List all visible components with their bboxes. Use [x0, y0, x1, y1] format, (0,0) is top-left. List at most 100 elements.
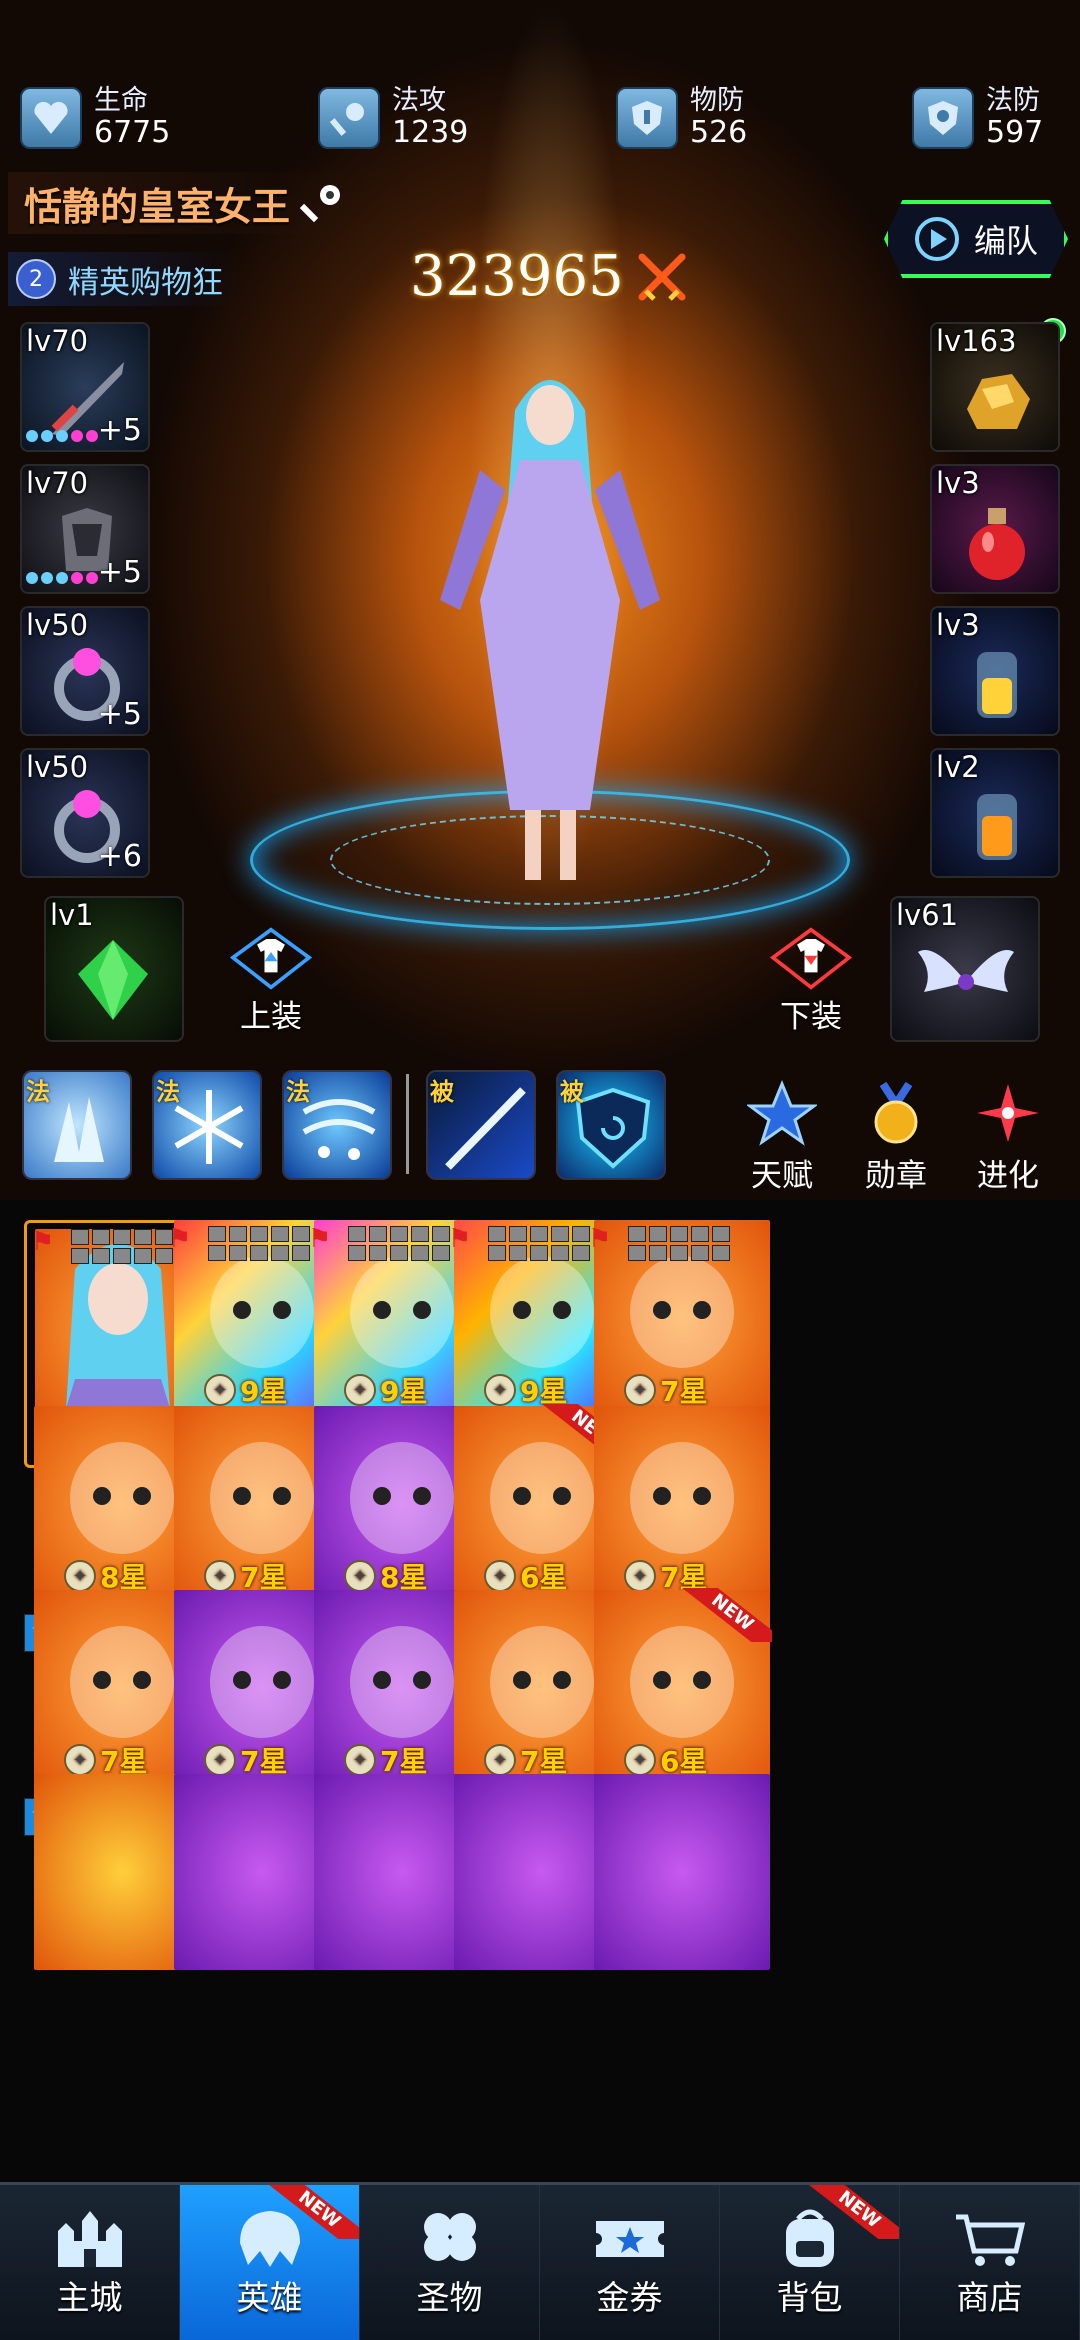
slot-plus: +5: [97, 555, 142, 590]
wand-icon: [318, 87, 380, 149]
equip-slot-ring-1[interactable]: lv50 +5: [20, 606, 150, 736]
equip-slot-armor[interactable]: lv70 +5: [20, 464, 150, 594]
nav-label: 商店: [956, 2277, 1023, 2317]
skill-shield[interactable]: 被: [556, 1070, 666, 1180]
magic-shield-icon: [912, 87, 974, 149]
shirt-down-icon: [769, 927, 853, 990]
slot-level: lv3: [936, 466, 980, 500]
element-icon: ✦: [484, 1744, 516, 1776]
nav-label: 圣物: [416, 2277, 483, 2317]
skill-blade[interactable]: 被: [426, 1070, 536, 1180]
element-icon: ✦: [624, 1744, 656, 1776]
nav-heroes[interactable]: 英雄 NEW: [180, 2185, 360, 2340]
slot-level: lv163: [936, 324, 1017, 358]
star-icon: [747, 1080, 817, 1146]
medal-button[interactable]: 勋章: [846, 1080, 946, 1195]
skill-tag: 被: [560, 1078, 584, 1106]
hero-title-bar[interactable]: 恬静的皇室女王: [8, 172, 361, 234]
hero-subtitle: 精英购物狂: [68, 264, 223, 301]
crossed-swords-icon: [638, 253, 686, 301]
gold-nugget-icon: [967, 374, 1030, 429]
slot-level: lv61: [896, 898, 959, 932]
slot-plus: +5: [97, 413, 142, 448]
hero-card-partial[interactable]: [584, 1774, 770, 2022]
nav-coupons[interactable]: 金券: [540, 2185, 720, 2340]
skill-tag: 法: [26, 1078, 50, 1106]
nav-shop[interactable]: 商店: [900, 2185, 1080, 2340]
skill-snowflake[interactable]: 法: [152, 1070, 262, 1180]
star-rating: ✦ 9星: [344, 1370, 427, 1410]
skill-ice-crystal[interactable]: 法: [22, 1070, 132, 1180]
stat-magic-defense: 法防 597: [912, 86, 1043, 150]
equip-off-label: 下装: [780, 999, 842, 1035]
nav-main-city[interactable]: 主城: [0, 2185, 180, 2340]
item-slot-jar-yellow[interactable]: lv3: [930, 606, 1060, 736]
shield-icon: [616, 87, 678, 149]
nav-backpack[interactable]: 背包 NEW: [720, 2185, 900, 2340]
equip-slot-wings[interactable]: lv61: [890, 896, 1040, 1042]
heart-shield-icon: [20, 87, 82, 149]
item-slot-potion-red[interactable]: lv3: [930, 464, 1060, 594]
element-icon: ✦: [344, 1560, 376, 1592]
equip-on-button[interactable]: 上装: [216, 926, 326, 1036]
stat-label: 生命: [94, 85, 148, 116]
ticket-icon: [595, 2220, 664, 2257]
slot-plus: +6: [97, 839, 142, 874]
team-formation-label: 编队: [973, 222, 1038, 260]
team-formation-button[interactable]: 编队: [884, 200, 1068, 278]
new-badge: NEW: [809, 2185, 899, 2239]
flag-icon: ⚑: [31, 1227, 55, 1257]
power-value: 323965: [410, 244, 624, 309]
nav-relics[interactable]: 圣物: [360, 2185, 540, 2340]
equip-off-button[interactable]: 下装: [756, 926, 866, 1036]
element-icon: ✦: [484, 1560, 516, 1592]
slot-level: lv1: [50, 898, 94, 932]
evolve-label: 进化: [977, 1158, 1039, 1194]
item-slot-jar-orange[interactable]: lv2: [930, 748, 1060, 878]
castle-icon: [57, 2210, 122, 2267]
item-slot-gold[interactable]: lv163: [930, 322, 1060, 452]
skill-tag: 被: [430, 1078, 454, 1106]
stat-value: 526: [690, 115, 748, 150]
skill-blizzard[interactable]: 法: [282, 1070, 392, 1180]
slot-level: lv3: [936, 608, 980, 642]
evolve-button[interactable]: 进化: [958, 1080, 1058, 1195]
element-icon: ✦: [204, 1560, 236, 1592]
element-icon: ✦: [484, 1374, 516, 1406]
equip-slot-weapon[interactable]: lv70 +5: [20, 322, 150, 452]
stat-value: 6775: [94, 115, 171, 150]
slot-plus: +5: [97, 697, 142, 732]
element-icon: ✦: [624, 1374, 656, 1406]
flag-icon: ⚑: [448, 1224, 472, 1254]
hero-subtitle-bar[interactable]: 2 精英购物狂: [8, 252, 243, 306]
combat-power: 323965: [410, 244, 688, 309]
enhance-dots: [26, 572, 98, 584]
element-icon: ✦: [344, 1744, 376, 1776]
clover-icon: [423, 2212, 476, 2261]
stat-label: 物防: [690, 85, 744, 116]
slot-level: lv70: [26, 324, 89, 358]
stat-label: 法攻: [392, 85, 446, 116]
flag-icon: ⚑: [168, 1224, 192, 1254]
hero-model[interactable]: [420, 340, 680, 900]
element-icon: ✦: [204, 1374, 236, 1406]
star-count: 9星: [240, 1375, 288, 1408]
key-icon: [300, 185, 341, 223]
equip-slot-ring-2[interactable]: lv50 +6: [20, 748, 150, 878]
rank-pips: [71, 1229, 173, 1264]
rank-badge: 2: [16, 259, 56, 299]
nav-label: 主城: [56, 2277, 123, 2317]
nav-label: 金券: [596, 2277, 663, 2317]
element-icon: ✦: [624, 1560, 656, 1592]
element-icon: ✦: [344, 1374, 376, 1406]
red-potion-icon: [969, 508, 1025, 580]
skill-tag: 法: [156, 1078, 180, 1106]
wings-icon: [918, 950, 1014, 992]
equip-slot-gem[interactable]: lv1: [44, 896, 184, 1042]
enhance-dots: [26, 430, 98, 442]
slot-level: lv70: [26, 466, 89, 500]
orange-jar-icon: [977, 794, 1017, 860]
new-badge: NEW: [269, 2185, 359, 2239]
skill-bar: 法 法 法 被 被 天赋 勋章 进化: [0, 1060, 1080, 1194]
talent-button[interactable]: 天赋: [732, 1080, 832, 1195]
